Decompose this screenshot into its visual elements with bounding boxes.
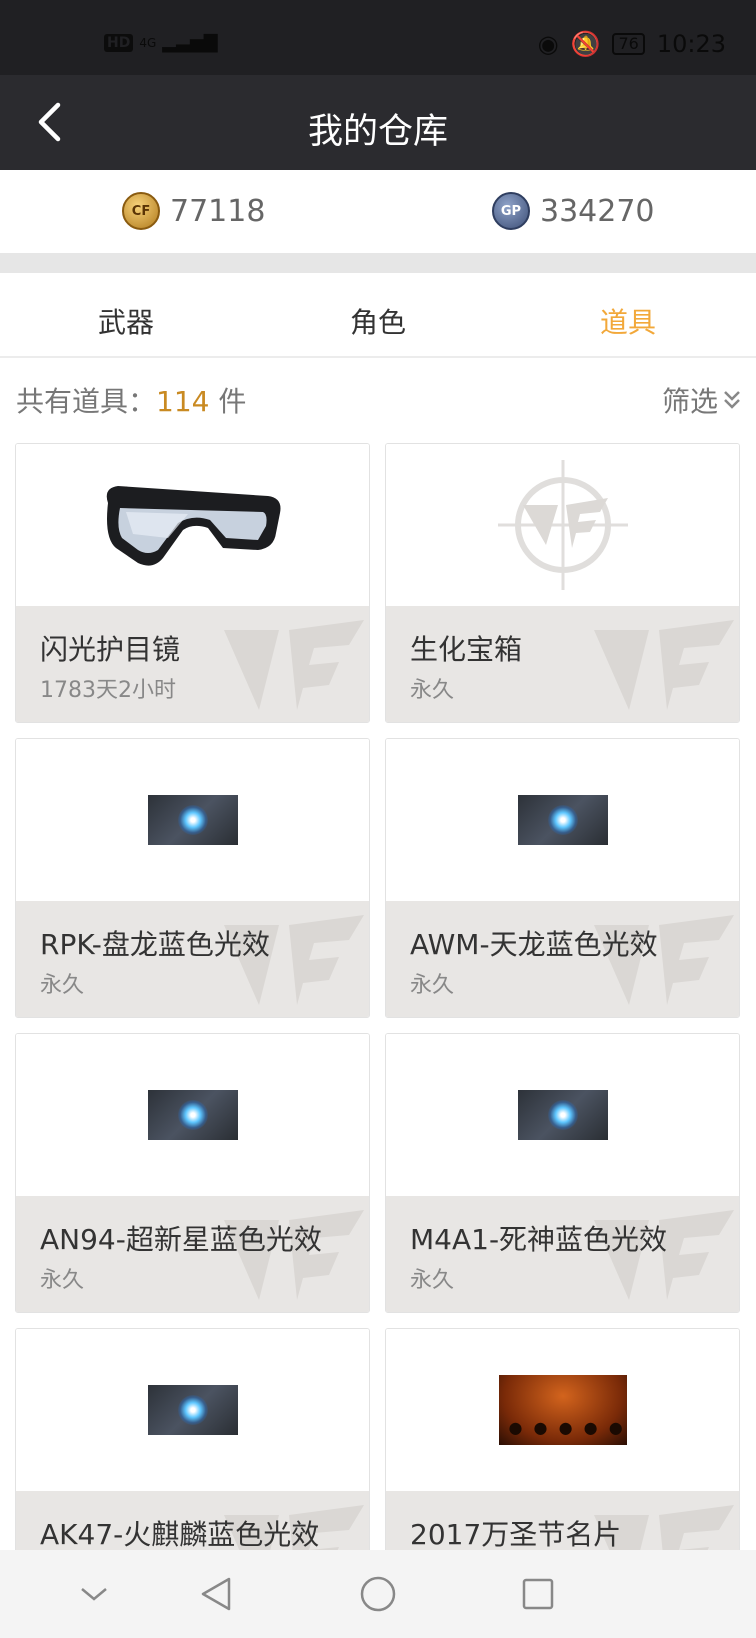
- summary-bar: 共有道具：114 件 筛选: [0, 358, 756, 440]
- item-name: 2017万圣节名片: [410, 1518, 622, 1550]
- item-count-prefix: 共有道具：: [16, 385, 157, 418]
- item-image: [16, 1329, 369, 1491]
- item-image: [386, 1329, 739, 1491]
- network-badge: HD: [104, 33, 134, 52]
- tab-weapons[interactable]: 武器: [98, 301, 154, 341]
- status-left: HD 4G ▂▃▅▇: [104, 32, 218, 53]
- status-bar: HD 4G ▂▃▅▇ ◉ 🔕 76 10:23: [0, 0, 756, 75]
- item-card[interactable]: M4A1-死神蓝色光效 永久: [385, 1033, 740, 1313]
- item-card[interactable]: 生化宝箱 永久: [385, 443, 740, 723]
- cf-coin-icon: CF: [122, 192, 160, 230]
- collapse-button[interactable]: [72, 1572, 116, 1616]
- item-card[interactable]: 2017万圣节名片: [385, 1328, 740, 1550]
- item-name: 生化宝箱: [410, 633, 523, 666]
- blue-effect-icon: [517, 795, 608, 845]
- clock: 10:23: [656, 30, 726, 58]
- blue-effect-icon: [147, 795, 238, 845]
- cf-watermark-icon: [594, 620, 734, 710]
- gp-coin-icon: GP: [492, 192, 530, 230]
- item-image: [386, 444, 739, 606]
- page-title: 我的仓库: [307, 112, 448, 152]
- currency-bar: CF 77118 GP 334270: [0, 170, 756, 253]
- goggles-icon: [106, 485, 280, 566]
- signal-bars-icon: ▂▃▅▇: [162, 32, 218, 53]
- gp-points-value: 334270: [540, 193, 655, 229]
- item-duration: 永久: [410, 973, 455, 998]
- item-count: 共有道具：114 件: [16, 380, 246, 420]
- circle-home-icon: [360, 1576, 396, 1612]
- item-image: [16, 444, 369, 606]
- item-grid: 闪光护目镜 1783天2小时 生化宝箱 永久 RPK-盘龙蓝色光效 永久 AWM…: [0, 440, 756, 1550]
- item-name: 闪光护目镜: [40, 633, 181, 666]
- item-info: 闪光护目镜 1783天2小时: [16, 606, 369, 722]
- square-recents-icon: [522, 1578, 554, 1610]
- filter-button[interactable]: 筛选: [662, 380, 742, 420]
- filter-label: 筛选: [661, 385, 718, 418]
- mute-icon: 🔕: [570, 30, 601, 58]
- battery-indicator: 76: [612, 33, 645, 55]
- item-duration: 永久: [40, 1268, 85, 1293]
- tab-characters[interactable]: 角色: [350, 301, 406, 341]
- item-name: RPK-盘龙蓝色光效: [40, 928, 270, 961]
- item-info: AK47-火麒麟蓝色光效: [16, 1491, 369, 1550]
- gp-points: GP 334270: [492, 192, 655, 230]
- halloween-card-icon: [498, 1375, 627, 1445]
- item-info: AN94-超新星蓝色光效 永久: [16, 1196, 369, 1312]
- double-chevron-down-icon: [724, 391, 740, 409]
- item-name: M4A1-死神蓝色光效: [410, 1223, 668, 1256]
- signal-icon: 4G: [139, 35, 157, 50]
- item-name: AN94-超新星蓝色光效: [40, 1223, 322, 1256]
- blue-effect-icon: [147, 1385, 238, 1435]
- item-duration: 永久: [40, 973, 85, 998]
- item-card[interactable]: RPK-盘龙蓝色光效 永久: [15, 738, 370, 1018]
- item-image: [386, 739, 739, 901]
- item-name: AWM-天龙蓝色光效: [410, 928, 658, 961]
- item-count-number: 114: [156, 385, 210, 418]
- triangle-back-icon: [201, 1577, 231, 1611]
- item-card[interactable]: 闪光护目镜 1783天2小时: [15, 443, 370, 723]
- item-name: AK47-火麒麟蓝色光效: [40, 1518, 320, 1550]
- cf-logo-icon: [497, 460, 628, 590]
- cf-watermark-icon: [224, 620, 364, 710]
- item-image: [386, 1034, 739, 1196]
- item-card[interactable]: AN94-超新星蓝色光效 永久: [15, 1033, 370, 1313]
- tab-bar: 武器 角色 道具: [0, 273, 756, 358]
- cf-points-value: 77118: [170, 193, 266, 229]
- item-duration: 1783天2小时: [40, 678, 176, 703]
- item-count-suffix: 件: [209, 385, 247, 418]
- status-right: ◉ 🔕 76 10:23: [538, 30, 726, 58]
- item-info: 生化宝箱 永久: [386, 606, 739, 722]
- tab-items[interactable]: 道具: [600, 301, 656, 341]
- blue-effect-icon: [147, 1090, 238, 1140]
- recents-button[interactable]: [516, 1572, 560, 1616]
- back-nav-button[interactable]: [194, 1572, 238, 1616]
- divider: [0, 253, 756, 273]
- item-info: M4A1-死神蓝色光效 永久: [386, 1196, 739, 1312]
- item-card[interactable]: AK47-火麒麟蓝色光效: [15, 1328, 370, 1550]
- eye-icon: ◉: [537, 30, 559, 58]
- app-header: 我的仓库: [0, 75, 756, 170]
- item-image: [16, 739, 369, 901]
- item-info: AWM-天龙蓝色光效 永久: [386, 901, 739, 1017]
- item-info: RPK-盘龙蓝色光效 永久: [16, 901, 369, 1017]
- system-nav-bar: [0, 1550, 756, 1638]
- item-duration: 永久: [410, 1268, 455, 1293]
- chevron-down-icon: [81, 1588, 107, 1601]
- item-duration: 永久: [410, 678, 455, 703]
- cf-points: CF 77118: [122, 192, 265, 230]
- item-info: 2017万圣节名片: [386, 1491, 739, 1550]
- blue-effect-icon: [517, 1090, 608, 1140]
- item-card[interactable]: AWM-天龙蓝色光效 永久: [385, 738, 740, 1018]
- item-image: [16, 1034, 369, 1196]
- home-button[interactable]: [356, 1572, 400, 1616]
